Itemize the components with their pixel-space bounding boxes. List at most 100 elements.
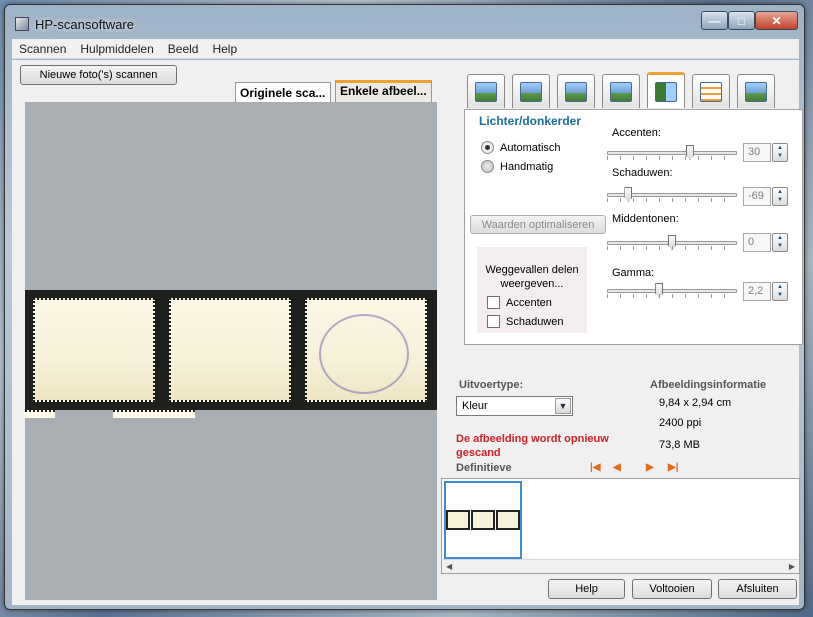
output-type-select[interactable]: Kleur ▼	[456, 396, 573, 416]
menu-beeld[interactable]: Beeld	[161, 42, 206, 56]
midtones-value-field[interactable]: 0	[743, 233, 771, 252]
sharpen-tool-tab[interactable]	[737, 74, 775, 108]
stamp-strip	[25, 290, 437, 410]
scroll-left-icon[interactable]: ◀	[446, 562, 452, 571]
menu-bar: Scannen Hulpmiddelen Beeld Help	[12, 39, 799, 59]
accents-slider-ticks	[607, 156, 737, 160]
accents-spinner[interactable]: ▲ ▼	[772, 143, 788, 162]
radio-automatic-label: Automatisch	[500, 141, 561, 154]
stamp-image	[33, 298, 155, 402]
radio-automatic-dot[interactable]	[481, 141, 494, 154]
color-tool-icon	[520, 81, 542, 102]
stamp-image	[305, 298, 427, 402]
tool-tabs	[467, 72, 787, 110]
panel-title: Lichter/donkerder	[479, 114, 582, 128]
thumbnail-selected[interactable]	[444, 481, 522, 559]
radio-manual-label: Handmatig	[500, 160, 554, 173]
color-tool-tab[interactable]	[512, 74, 550, 108]
stamp-edge	[25, 410, 55, 418]
accents-value-field[interactable]: 30	[743, 143, 771, 162]
title-bar[interactable]: HP-scansoftware — □ ✕	[5, 5, 804, 38]
postmark-image	[319, 314, 409, 394]
gamma-slider[interactable]	[607, 283, 737, 298]
thumbnail-stamp	[496, 510, 520, 530]
checkbox-shadows-box[interactable]	[487, 315, 500, 328]
resize-tool-icon	[610, 81, 632, 102]
app-icon	[15, 17, 29, 31]
accents-slider-label: Accenten:	[612, 127, 661, 139]
clipped-areas-group: Weggevallen delen weergeven... Accenten …	[477, 247, 587, 333]
maximize-button[interactable]: □	[728, 11, 755, 30]
image-info-title: Afbeeldingsinformatie	[650, 379, 767, 391]
checkbox-shadows[interactable]: Schaduwen	[487, 315, 564, 328]
thumbnail-strip: ◀ ▶	[441, 478, 800, 574]
midtones-slider-ticks	[607, 246, 737, 250]
stamp-image	[169, 298, 291, 402]
finish-button[interactable]: Voltooien	[632, 579, 712, 599]
shadows-slider-ticks	[607, 198, 737, 202]
image-resolution: 2400 ppi	[659, 417, 702, 429]
menu-scannen[interactable]: Scannen	[12, 42, 73, 56]
adjust-tool-icon	[700, 81, 722, 102]
lighten-darken-panel: Lichter/donkerder Automatisch Handmatig …	[464, 109, 803, 345]
lighten-darken-tool-tab[interactable]	[647, 72, 685, 108]
app-window: HP-scansoftware — □ ✕ Scannen Hulpmiddel…	[4, 4, 805, 610]
crop-tool-tab[interactable]	[557, 74, 595, 108]
gamma-spinner[interactable]: ▲ ▼	[772, 282, 788, 301]
image-filesize: 73,8 MB	[659, 439, 700, 451]
checkbox-accents-label: Accenten	[506, 296, 552, 309]
final-label: Definitieve	[456, 462, 512, 474]
shadows-slider[interactable]	[607, 187, 737, 202]
menu-hulpmiddelen[interactable]: Hulpmiddelen	[73, 42, 160, 56]
output-type-value: Kleur	[462, 400, 488, 412]
shadows-slider-label: Schaduwen:	[612, 167, 673, 179]
sharpen-tool-icon	[745, 81, 767, 102]
minimize-button[interactable]: —	[701, 11, 728, 30]
tab-single-image[interactable]: Enkele afbeel...	[335, 80, 432, 102]
midtones-slider[interactable]	[607, 235, 737, 250]
shadows-value-field[interactable]: -69	[743, 187, 771, 206]
scan-preview[interactable]	[25, 102, 437, 600]
thumbnail-stamp	[471, 510, 495, 530]
close-app-button[interactable]: Afsluiten	[718, 579, 797, 599]
shadows-spinner[interactable]: ▲ ▼	[772, 187, 788, 206]
radio-manual[interactable]: Handmatig	[481, 160, 553, 173]
close-button[interactable]: ✕	[755, 11, 798, 30]
clipped-areas-label: Weggevallen delen weergeven...	[485, 264, 579, 290]
gamma-slider-label: Gamma:	[612, 267, 655, 279]
midtones-spinner[interactable]: ▲ ▼	[772, 233, 788, 252]
gamma-value-field[interactable]: 2,2	[743, 282, 771, 301]
preview-tool-icon	[475, 81, 497, 102]
image-size: 9,84 x 2,94 cm	[659, 397, 732, 409]
main-content: Nieuwe foto('s) scannen Originele sca...…	[12, 60, 803, 605]
scroll-right-icon[interactable]: ▶	[789, 562, 795, 571]
next-image-icon[interactable]: ▶	[646, 462, 654, 473]
adjust-tool-tab[interactable]	[692, 74, 730, 108]
help-button[interactable]: Help	[548, 579, 625, 599]
new-scan-button[interactable]: Nieuwe foto('s) scannen	[20, 65, 177, 85]
rescan-warning: De afbeelding wordt opnieuw gescand	[456, 433, 609, 459]
accents-slider[interactable]	[607, 145, 737, 160]
thumbnail-scrollbar[interactable]: ◀ ▶	[442, 559, 799, 573]
radio-manual-dot[interactable]	[481, 160, 494, 173]
crop-tool-icon	[565, 81, 587, 102]
menu-help[interactable]: Help	[205, 42, 244, 56]
checkbox-shadows-label: Schaduwen	[506, 315, 564, 328]
resize-tool-tab[interactable]	[602, 74, 640, 108]
tab-original-scan[interactable]: Originele sca...	[235, 82, 331, 102]
checkbox-accents[interactable]: Accenten	[487, 296, 552, 309]
gamma-slider-ticks	[607, 294, 737, 298]
stamp-edge	[113, 410, 195, 418]
previous-image-icon[interactable]: ◀	[613, 462, 621, 473]
optimize-values-button[interactable]: Waarden optimaliseren	[470, 215, 606, 234]
last-image-icon[interactable]: ▶|	[668, 462, 679, 473]
midtones-slider-label: Middentonen:	[612, 213, 679, 225]
checkbox-accents-box[interactable]	[487, 296, 500, 309]
thumbnail-stamp	[446, 510, 470, 530]
radio-automatic[interactable]: Automatisch	[481, 141, 561, 154]
output-type-label: Uitvoertype:	[459, 379, 524, 391]
first-image-icon[interactable]: |◀	[590, 462, 601, 473]
chevron-down-icon[interactable]: ▼	[555, 398, 571, 414]
window-title: HP-scansoftware	[35, 17, 134, 32]
preview-tool-tab[interactable]	[467, 74, 505, 108]
